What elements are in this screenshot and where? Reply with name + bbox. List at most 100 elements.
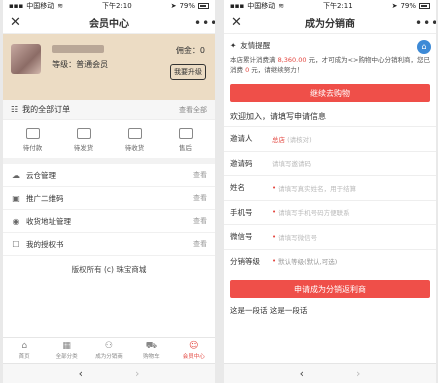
location-arrow-icon: ➤ bbox=[391, 2, 398, 10]
phone-row[interactable]: 手机号 • 请填写手机号码方便联系 bbox=[224, 199, 436, 225]
spent-amount: 0 bbox=[245, 66, 250, 74]
apply-distributor-button[interactable]: 申请成为分销返利商 bbox=[230, 280, 430, 298]
wechat-input[interactable]: 请填写微信号 bbox=[278, 232, 317, 242]
order-type-after-sales[interactable]: 售后 bbox=[166, 128, 206, 152]
phone-input[interactable]: 请填写手机号码方便联系 bbox=[278, 207, 350, 217]
copyright-text: 版权所有 (c) 珠宝商城 bbox=[71, 265, 147, 274]
notice-title: 友情提醒 bbox=[240, 40, 271, 50]
user-icon: ☺ bbox=[189, 341, 199, 351]
title-bar: ✕ 成为分销商 ••• bbox=[224, 12, 436, 34]
forward-button[interactable]: › bbox=[356, 367, 360, 380]
application-form: 邀请人 总店 (请核对) 邀请码 请填写邀请码 姓名 • 请填写真实姓名，用于结算 手机… bbox=[224, 126, 436, 273]
name-row[interactable]: 姓名 • 请填写真实姓名，用于结算 bbox=[224, 175, 436, 200]
more-icon[interactable]: ••• bbox=[194, 16, 215, 30]
browser-nav-bar: ‹ › bbox=[3, 363, 215, 383]
screenshot-stage: ▪▪▪中国移动≋ 下午2:10 ➤79% ✕ 会员中心 ••• 等级：普通会员 … bbox=[0, 0, 438, 383]
wifi-icon: ≋ bbox=[278, 2, 285, 10]
welcome-text: 欢迎加入，请填写申请信息 bbox=[230, 112, 326, 121]
battery-icon bbox=[419, 3, 430, 9]
close-icon[interactable]: ✕ bbox=[231, 15, 245, 30]
profile-info: 等级：普通会员 bbox=[52, 45, 108, 70]
upgrade-button[interactable]: 我要升级 bbox=[170, 64, 206, 80]
invite-code-input[interactable]: 请填写邀请码 bbox=[272, 158, 311, 168]
required-mark: • bbox=[272, 257, 277, 266]
continue-shopping-button[interactable]: 继续去购物 bbox=[230, 84, 430, 102]
status-time: 下午2:10 bbox=[101, 2, 132, 10]
order-type-pending-payment[interactable]: 待付款 bbox=[13, 128, 53, 152]
tab-distributor[interactable]: ⚇ 成为分销商 bbox=[89, 338, 129, 363]
invite-code-row[interactable]: 邀请码 请填写邀请码 bbox=[224, 150, 436, 176]
required-mark: • bbox=[272, 183, 277, 192]
back-button[interactable]: ‹ bbox=[79, 367, 83, 380]
qrcode-icon: ▣ bbox=[12, 193, 20, 203]
list-icon: ☷ bbox=[11, 105, 19, 114]
status-time: 下午2:11 bbox=[322, 2, 353, 10]
status-bar: ▪▪▪ 中国移动 ≋ 下午2:11 ➤ 79% bbox=[224, 0, 436, 12]
cart-icon: ⛟ bbox=[145, 341, 158, 351]
required-amount: 8,360.00 bbox=[277, 56, 307, 64]
back-button[interactable]: ‹ bbox=[300, 367, 304, 380]
referrer-row: 邀请人 总店 (请核对) bbox=[224, 126, 436, 151]
name-input[interactable]: 请填写真实姓名，用于结算 bbox=[278, 183, 356, 193]
required-mark: • bbox=[272, 232, 277, 241]
box-icon bbox=[76, 128, 91, 139]
grid-icon: ▦ bbox=[62, 341, 71, 351]
order-type-pending-receipt[interactable]: 待收货 bbox=[115, 128, 155, 152]
bottom-tab-bar: ⌂ 首页 ▦ 全部分类 ⚇ 成为分销商 ⛟ 购物车 ☺ 会员中心 bbox=[3, 337, 215, 363]
level-select[interactable]: 默认等级(默认,可选) bbox=[278, 256, 337, 266]
become-distributor-screen: ▪▪▪中国移动≋ 下午2:11 ➤79% ✕ 成为分销商 ••• ✦ 友情提醒 … bbox=[224, 0, 436, 383]
menu-item-cloud-warehouse[interactable]: ☁ 云仓管理 查看 bbox=[3, 164, 215, 187]
notice-text: 本店累计消费满 8,360.00 元，才可成为<>购物中心分销利商，您已消费 0… bbox=[230, 56, 431, 74]
page-title: 成为分销商 bbox=[305, 19, 355, 30]
page-title: 会员中心 bbox=[89, 19, 129, 30]
profile-card: 等级：普通会员 佣金：0 我要升级 bbox=[3, 34, 215, 100]
status-bar: ▪▪▪ 中国移动 ≋ 下午2:10 ➤ 79% bbox=[3, 0, 215, 12]
bulb-icon: ✦ bbox=[230, 40, 237, 50]
member-level: 等级：普通会员 bbox=[52, 60, 109, 69]
order-type-pending-shipment[interactable]: 待发货 bbox=[64, 128, 104, 152]
close-icon[interactable]: ✕ bbox=[10, 15, 24, 30]
browser-nav-bar: ‹ › bbox=[224, 363, 436, 383]
carrier-label: 中国移动 bbox=[26, 2, 55, 10]
forward-button[interactable]: › bbox=[135, 367, 139, 380]
home-icon: ⌂ bbox=[21, 341, 28, 351]
battery-icon bbox=[198, 3, 209, 9]
blurred-username bbox=[52, 45, 105, 53]
menu-item-address[interactable]: ◉ 收货地址管理 查看 bbox=[3, 210, 215, 233]
commission-value: 佣金：0 bbox=[175, 46, 205, 55]
wallet-icon bbox=[25, 128, 40, 139]
menu-item-authorization[interactable]: ☐ 我的授权书 查看 bbox=[3, 233, 215, 256]
cloud-icon: ☁ bbox=[12, 170, 20, 180]
orders-label: 我的全部订单 bbox=[22, 105, 71, 114]
tab-home[interactable]: ⌂ 首页 bbox=[4, 338, 44, 363]
more-icon[interactable]: ••• bbox=[415, 16, 436, 30]
location-icon: ◉ bbox=[12, 216, 20, 226]
menu-item-promo-qrcode[interactable]: ▣ 推广二维码 查看 bbox=[3, 187, 215, 210]
wifi-icon: ≋ bbox=[57, 2, 64, 10]
all-orders-row[interactable]: ☷ 我的全部订单 查看全部 bbox=[3, 100, 215, 120]
signal-icon: ▪▪▪ bbox=[230, 2, 245, 10]
signal-icon: ▪▪▪ bbox=[9, 2, 24, 10]
tab-member-center[interactable]: ☺ 会员中心 bbox=[174, 338, 214, 363]
title-bar: ✕ 会员中心 ••• bbox=[3, 12, 215, 34]
referrer-value: 总店 bbox=[272, 135, 285, 144]
carrier-label: 中国移动 bbox=[247, 2, 276, 10]
footer-hint: 这是一段话 这是一段话 bbox=[230, 306, 308, 315]
wechat-row[interactable]: 微信号 • 请填写微信号 bbox=[224, 224, 436, 249]
home-icon[interactable]: ⌂ bbox=[417, 40, 431, 54]
notice-header: ✦ 友情提醒 bbox=[224, 37, 436, 53]
users-icon: ⚇ bbox=[104, 341, 113, 351]
tab-categories[interactable]: ▦ 全部分类 bbox=[47, 338, 87, 363]
location-arrow-icon: ➤ bbox=[170, 2, 177, 10]
service-icon bbox=[178, 128, 193, 139]
level-row[interactable]: 分销等级 • 默认等级(默认,可选) bbox=[224, 248, 436, 274]
view-all-orders-link[interactable]: 查看全部 bbox=[179, 105, 207, 115]
battery-percent: 79% bbox=[179, 2, 195, 10]
truck-icon bbox=[127, 128, 142, 139]
avatar[interactable] bbox=[11, 44, 41, 74]
battery-percent: 79% bbox=[400, 2, 416, 10]
order-status-row: 待付款 待发货 待收货 售后 bbox=[3, 120, 215, 158]
member-center-screen: ▪▪▪中国移动≋ 下午2:10 ➤79% ✕ 会员中心 ••• 等级：普通会员 … bbox=[3, 0, 215, 383]
tab-cart[interactable]: ⛟ 购物车 bbox=[131, 338, 171, 363]
required-mark: • bbox=[272, 208, 277, 217]
